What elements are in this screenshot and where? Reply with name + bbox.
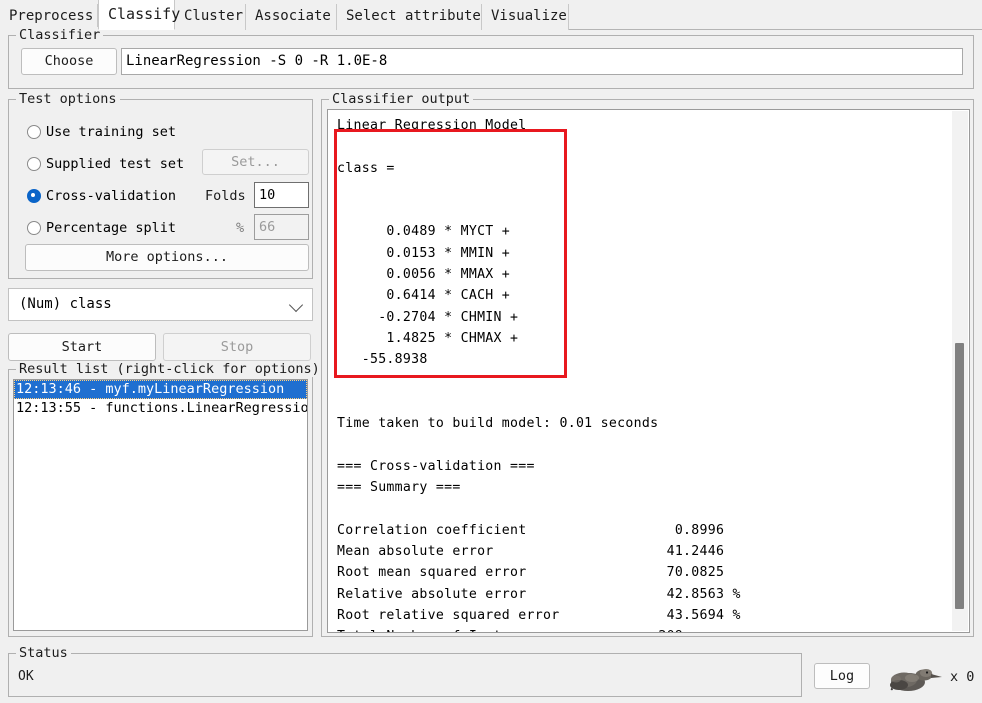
radio-label-use-training-set: Use training set	[46, 124, 177, 140]
classifier-panel: Classifier Choose LinearRegression -S 0 …	[8, 27, 974, 89]
radio-label-cross-validation: Cross-validation	[46, 188, 177, 204]
radio-label-supplied-test-set: Supplied test set	[46, 156, 185, 172]
classifier-panel-legend: Classifier	[16, 27, 104, 43]
classifier-output-panel: Classifier output Linear Regression Mode…	[321, 91, 974, 637]
weka-bird-icon[interactable]	[886, 664, 944, 694]
radio-indicator-supplied-test-set	[27, 157, 41, 171]
class-attribute-select[interactable]: (Num) class	[8, 288, 313, 321]
log-button[interactable]: Log	[814, 663, 870, 689]
classifier-output-text: Linear Regression Model class = 0.0489 *…	[337, 118, 741, 632]
test-options-panel: Test options Use training set Supplied t…	[8, 91, 313, 279]
radio-indicator-percentage-split	[27, 221, 41, 235]
class-attribute-value: (Num) class	[19, 296, 112, 312]
classifier-output-pane[interactable]: Linear Regression Model class = 0.0489 *…	[327, 109, 970, 633]
set-button[interactable]: Set...	[202, 149, 309, 175]
start-button[interactable]: Start	[8, 333, 156, 361]
result-list-panel: Result list (right-click for options) 12…	[8, 361, 323, 637]
tab-visualize[interactable]: Visualize	[482, 4, 569, 30]
result-list-legend: Result list (right-click for options)	[16, 361, 323, 377]
stop-button[interactable]: Stop	[163, 333, 311, 361]
radio-indicator-cross-validation	[27, 189, 41, 203]
radio-percentage-split[interactable]: Percentage split	[27, 217, 176, 239]
output-scrollbar-thumb[interactable]	[955, 343, 964, 609]
status-panel: Status OK	[8, 645, 802, 697]
chevron-down-icon	[288, 297, 304, 313]
percent-label: %	[236, 220, 245, 236]
folds-label: Folds	[205, 188, 246, 204]
classifier-output-legend: Classifier output	[329, 91, 474, 107]
radio-use-training-set[interactable]: Use training set	[27, 121, 176, 143]
status-legend: Status	[16, 645, 71, 661]
more-options-button[interactable]: More options...	[25, 244, 309, 271]
tab-select-attributes[interactable]: Select attributes	[337, 4, 489, 30]
percentage-split-input[interactable]: 66	[254, 214, 309, 240]
radio-label-percentage-split: Percentage split	[46, 220, 177, 236]
status-text: OK	[18, 669, 34, 684]
list-item[interactable]: 12:13:46 - myf.myLinearRegression	[14, 380, 307, 399]
folds-input[interactable]: 10	[254, 182, 309, 208]
tab-cluster[interactable]: Cluster	[175, 4, 246, 30]
bird-count-label: x 0	[950, 669, 975, 685]
radio-cross-validation[interactable]: Cross-validation	[27, 185, 176, 207]
radio-indicator-use-training-set	[27, 125, 41, 139]
tab-associate[interactable]: Associate	[246, 4, 337, 30]
test-options-legend: Test options	[16, 91, 120, 107]
result-list[interactable]: 12:13:46 - myf.myLinearRegression 12:13:…	[13, 379, 308, 631]
radio-supplied-test-set[interactable]: Supplied test set	[27, 153, 184, 175]
choose-button[interactable]: Choose	[21, 48, 117, 75]
output-vertical-scrollbar[interactable]	[952, 111, 968, 631]
classifier-options-field[interactable]: LinearRegression -S 0 -R 1.0E-8	[121, 48, 963, 75]
tab-bar: Preprocess Classify Cluster Associate Se…	[0, 0, 982, 30]
list-item[interactable]: 12:13:55 - functions.LinearRegression	[14, 399, 307, 418]
tab-classify[interactable]: Classify	[98, 0, 180, 30]
